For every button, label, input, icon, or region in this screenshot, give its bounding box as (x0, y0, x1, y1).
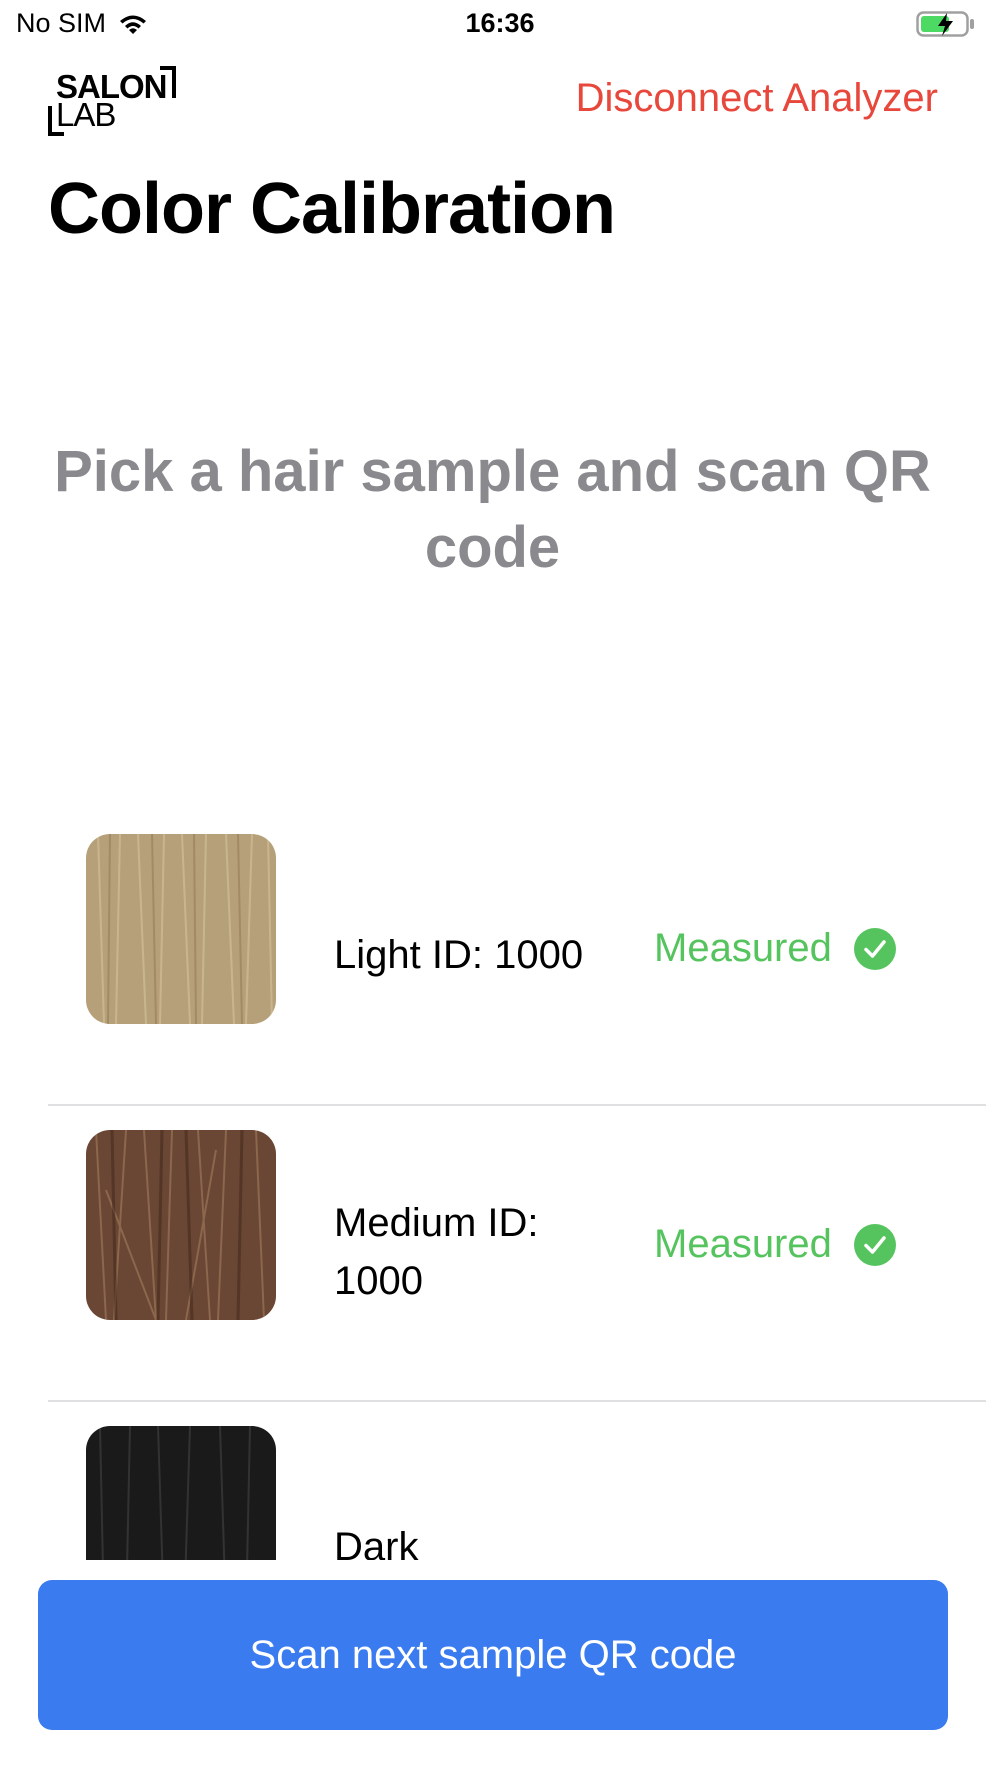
status-text: Measured (654, 1222, 832, 1266)
instruction-text: Pick a hair sample and scan QR code (54, 439, 931, 580)
logo-bracket-bottom-left (48, 106, 64, 136)
checkmark-icon (853, 1223, 896, 1266)
sample-list[interactable]: Light ID: 1000 Measured Medium ID: 1000 … (0, 810, 1000, 1560)
salon-lab-logo: SALON LAB (46, 64, 181, 140)
sample-status-medium: Measured (654, 1222, 896, 1267)
scan-next-sample-button[interactable]: Scan next sample QR code (38, 1580, 948, 1730)
hair-swatch-light-image (86, 834, 276, 1024)
logo-text-lab: LAB (56, 96, 116, 133)
page-title: Color Calibration (48, 169, 616, 249)
hair-swatch-medium-image (86, 1130, 276, 1320)
disconnect-analyzer-button[interactable]: Disconnect Analyzer (576, 76, 938, 121)
sample-row-light[interactable]: Light ID: 1000 Measured (0, 810, 1000, 1106)
sample-label-medium: Medium ID: 1000 (334, 1201, 539, 1303)
status-bar: No SIM 16:36 (0, 0, 1000, 50)
sample-status-light: Measured (654, 926, 896, 971)
battery-charging-icon (916, 11, 974, 37)
sample-row-medium[interactable]: Medium ID: 1000 Measured (0, 1106, 1000, 1402)
checkmark-icon (853, 927, 896, 970)
sample-label-dark: Dark (334, 1525, 419, 1560)
status-time: 16:36 (465, 8, 535, 38)
hair-swatch-dark-image (86, 1426, 276, 1560)
sample-label-light: Light ID: 1000 (334, 933, 584, 977)
status-text: Measured (654, 926, 832, 970)
sample-row-dark[interactable]: Dark (0, 1402, 1000, 1560)
